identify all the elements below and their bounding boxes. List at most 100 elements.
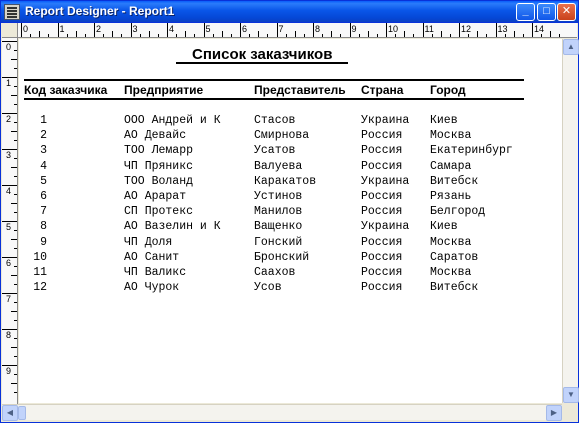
ruler-v-tick xyxy=(2,113,17,114)
ruler-v-label: 9 xyxy=(6,366,12,376)
ruler-v-tick xyxy=(14,230,17,231)
row-representative: Стасов xyxy=(254,114,296,127)
ruler-h-tick xyxy=(340,34,342,37)
horizontal-scrollbar[interactable]: ◀ ▶ xyxy=(2,404,562,421)
column-header-enterprise[interactable]: Предприятие xyxy=(124,83,203,97)
row-country: Россия xyxy=(361,129,403,143)
ruler-h-label: 1 xyxy=(59,24,65,34)
ruler-h-tick xyxy=(112,31,114,37)
ruler-v-tick xyxy=(14,86,17,87)
ruler-v-label: 0 xyxy=(6,42,12,52)
ruler-h-tick xyxy=(203,23,205,37)
ruler-h-tick xyxy=(413,34,415,37)
row-country: Россия xyxy=(361,205,403,219)
row-code: 6 xyxy=(40,190,47,203)
row-code: 8 xyxy=(40,220,47,234)
ruler-v-label: 5 xyxy=(6,222,12,232)
ruler-h-tick xyxy=(294,31,296,37)
ruler-h-tick xyxy=(212,34,214,37)
ruler-v-tick xyxy=(11,383,17,384)
row-city: Москва xyxy=(430,129,472,143)
scroll-up-button[interactable]: ▲ xyxy=(563,39,579,55)
ruler-v-tick xyxy=(2,77,17,78)
ruler-v-tick xyxy=(14,284,17,285)
app-icon[interactable] xyxy=(4,4,20,20)
ruler-v-tick xyxy=(14,122,17,123)
row-representative: Саахов xyxy=(254,266,296,279)
row-enterprise: АО Чурок xyxy=(124,281,180,295)
row-city: Рязань xyxy=(430,190,472,203)
row-country: Украина xyxy=(361,114,410,127)
table-row[interactable]: 2 АО Девайс Смирнова Россия Москва xyxy=(19,129,562,144)
row-country: Россия xyxy=(361,235,403,249)
scroll-left-button[interactable]: ◀ xyxy=(2,405,18,421)
ruler-h-label: 14 xyxy=(534,24,545,34)
horizontal-scroll-thumb[interactable] xyxy=(18,406,26,420)
title-bar[interactable]: Report Designer - Report1 _ □ ✕ xyxy=(1,1,578,23)
ruler-h-tick xyxy=(422,23,424,37)
ruler-h-tick xyxy=(358,34,360,37)
table-row[interactable]: 10 АО Санит Бронский Россия Саратов xyxy=(19,251,562,266)
row-country: Россия xyxy=(361,250,403,264)
ruler-h-tick xyxy=(148,31,150,37)
report-page[interactable]: Список заказчиков Код заказчика Предприя… xyxy=(19,39,562,403)
ruler-v-tick xyxy=(14,194,17,195)
column-header-country[interactable]: Страна xyxy=(361,83,403,97)
ruler-h-tick xyxy=(230,34,232,37)
row-code: 3 xyxy=(40,144,47,158)
maximize-button[interactable]: □ xyxy=(537,3,556,21)
ruler-h-tick xyxy=(395,34,397,37)
row-code: 9 xyxy=(40,235,47,249)
report-designer-window: Report Designer - Report1 _ □ ✕ 01234567… xyxy=(0,0,579,423)
table-row[interactable]: 4 ЧП Пряникс Валуева Россия Самара xyxy=(19,160,562,175)
size-grip[interactable] xyxy=(562,404,578,420)
table-row[interactable]: 3 ТОО Лемарр Усатов Россия Екатеринбург xyxy=(19,144,562,159)
ruler-v-tick xyxy=(14,68,17,69)
row-enterprise: АО Санит xyxy=(124,250,180,264)
ruler-v-tick xyxy=(2,365,17,366)
table-row[interactable]: 7 СП Протекс Манилов Россия Белгород xyxy=(19,205,562,220)
column-header-city[interactable]: Город xyxy=(430,83,466,97)
horizontal-ruler: 0 1 2 3 4 5 6 7 8 9 10 11 12 13 14 xyxy=(2,23,577,38)
scroll-right-button[interactable]: ▶ xyxy=(546,405,562,421)
ruler-h-tick xyxy=(48,34,50,37)
row-code: 2 xyxy=(40,129,47,143)
table-row[interactable]: 11 ЧП Валикс Саахов Россия Москва xyxy=(19,266,562,281)
row-code: 5 xyxy=(40,174,47,188)
ruler-h-tick xyxy=(367,31,369,37)
row-city: Киев xyxy=(430,220,458,234)
ruler-v-tick xyxy=(14,176,17,177)
ruler-h-label: 3 xyxy=(132,24,138,34)
row-enterprise: АО Вазелин и К xyxy=(124,220,221,234)
table-row[interactable]: 6 АО Арарат Устинов Россия Рязань xyxy=(19,190,562,205)
row-representative: Смирнова xyxy=(254,129,310,143)
scroll-down-button[interactable]: ▼ xyxy=(563,387,579,403)
table-row[interactable]: 5 ТОО Воланд Каракатов Украина Витебск xyxy=(19,175,562,190)
table-row[interactable]: 12 АО Чурок Усов Россия Витебск xyxy=(19,281,562,296)
close-button[interactable]: ✕ xyxy=(557,3,576,21)
vertical-ruler: 0 1 2 3 4 5 6 7 8 9 xyxy=(2,38,18,404)
ruler-h-tick xyxy=(94,23,95,37)
ruler-h-tick xyxy=(440,31,442,37)
row-city: Витебск xyxy=(430,174,479,188)
ruler-h-tick xyxy=(513,31,515,37)
ruler-v-label: 6 xyxy=(6,258,12,268)
ruler-h-tick xyxy=(495,23,497,37)
table-row[interactable]: 1 ООО Андрей и К Стасов Украина Киев xyxy=(19,114,562,129)
ruler-h-tick xyxy=(285,34,287,37)
table-row[interactable]: 9 ЧП Доля Гонский Россия Москва xyxy=(19,236,562,251)
table-row[interactable]: 8 АО Вазелин и К Ващенко Украина Киев xyxy=(19,220,562,235)
ruler-v-tick xyxy=(14,248,17,249)
ruler-h-label: 2 xyxy=(96,24,102,34)
ruler-h-tick xyxy=(176,34,178,37)
row-city: Саратов xyxy=(430,250,479,264)
header-line-top[interactable] xyxy=(24,79,524,81)
minimize-button[interactable]: _ xyxy=(516,3,535,21)
header-line-bottom[interactable] xyxy=(24,98,524,100)
ruler-v-tick xyxy=(2,221,17,222)
column-header-code[interactable]: Код заказчика xyxy=(24,83,107,97)
row-representative: Манилов xyxy=(254,205,303,219)
report-title[interactable]: Список заказчиков xyxy=(192,46,332,63)
column-header-representative[interactable]: Представитель xyxy=(254,83,346,97)
vertical-scrollbar[interactable]: ▲ ▼ xyxy=(562,39,579,403)
